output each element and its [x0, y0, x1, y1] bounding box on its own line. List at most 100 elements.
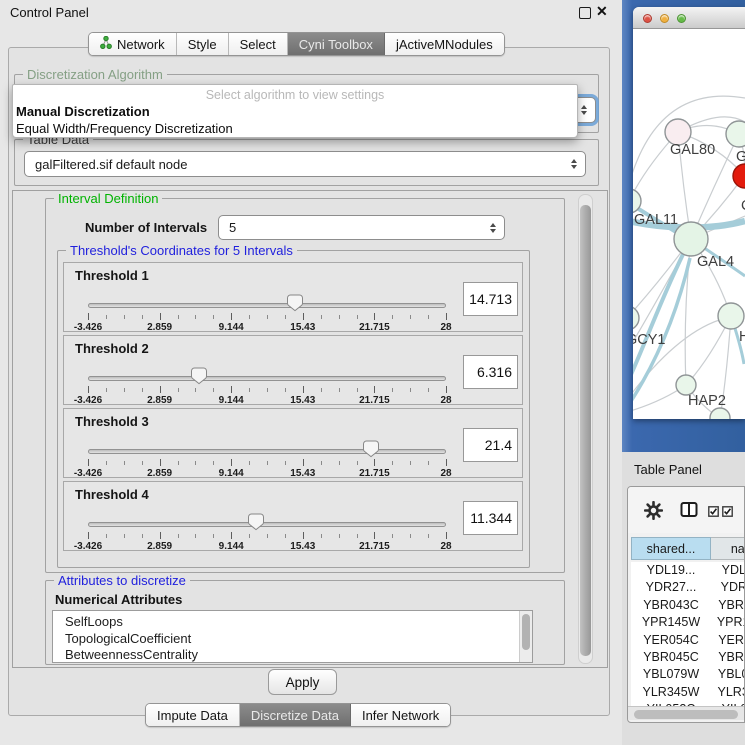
network-view-window: GAL80 GA GAL11 C GAL4 GCY1 H HAP2: [633, 7, 745, 419]
node-label: C: [741, 198, 745, 214]
slider-thumb[interactable]: [287, 294, 303, 312]
horizontal-scrollbar-thumb[interactable]: [634, 710, 738, 719]
threshold-slider[interactable]: -3.4262.8599.14415.4321.71528: [88, 289, 446, 333]
tick-mark: [160, 313, 161, 320]
tab-select[interactable]: Select: [229, 33, 288, 55]
table-row[interactable]: YPR145WYPR145W: [631, 614, 745, 631]
tick-mark: [124, 534, 125, 538]
threshold-value-input[interactable]: 6.316: [463, 355, 518, 389]
combobox-value: galFiltered.sif default node: [35, 157, 187, 172]
list-item[interactable]: BetweennessCentrality: [53, 647, 532, 663]
tab-impute-data[interactable]: Impute Data: [146, 704, 240, 726]
column-header-shared-name[interactable]: shared...: [631, 537, 711, 560]
table-cell: YBR045C: [631, 649, 711, 666]
checkbox-checked-icon[interactable]: [708, 504, 719, 522]
table-row[interactable]: YDR27...YDR27...: [631, 579, 745, 596]
tab-infer-network[interactable]: Infer Network: [351, 704, 450, 726]
network-node-hap2[interactable]: [676, 375, 696, 395]
tick-label: 15.43: [290, 541, 315, 552]
network-node[interactable]: [726, 121, 745, 147]
tab-label: jActiveMNodules: [396, 37, 493, 52]
tick-mark: [249, 388, 250, 392]
tab-network[interactable]: Network: [89, 33, 177, 55]
tab-label: Infer Network: [362, 708, 439, 723]
column-layout-icon[interactable]: [680, 501, 698, 523]
list-scrollbar[interactable]: [519, 611, 532, 662]
window-close-button[interactable]: [643, 14, 652, 23]
tick-mark: [392, 388, 393, 392]
tick-mark: [374, 313, 375, 320]
threshold-slider[interactable]: -3.4262.8599.14415.4321.71528: [88, 508, 446, 552]
network-node-gal4[interactable]: [674, 222, 708, 256]
attributes-list[interactable]: SelfLoopsTopologicalCoefficientBetweenne…: [52, 610, 533, 663]
table-row[interactable]: YBR045CYBR045C: [631, 649, 745, 666]
window-minimize-button[interactable]: [660, 14, 669, 23]
tab-jactivemnodules[interactable]: jActiveMNodules: [385, 33, 504, 55]
threshold-value-input[interactable]: 21.4: [463, 428, 518, 462]
tab-label: Style: [188, 37, 217, 52]
float-window-icon[interactable]: [579, 7, 591, 19]
tick-mark: [374, 386, 375, 393]
list-scrollbar-thumb[interactable]: [522, 614, 530, 650]
threshold-slider[interactable]: -3.4262.8599.14415.4321.71528: [88, 362, 446, 406]
close-icon[interactable]: ✕: [596, 3, 608, 20]
threshold-panel-1: Threshold 1 -3.4262.8599.14415.4321.7152…: [63, 262, 523, 332]
table-cell: YBR043C: [711, 597, 745, 614]
slider-thumb[interactable]: [248, 513, 264, 531]
gear-icon[interactable]: [644, 501, 663, 525]
tab-label: Select: [240, 37, 276, 52]
table-panel: shared... name YDL19...YDL19...YDR27...Y…: [627, 486, 745, 723]
network-canvas[interactable]: GAL80 GA GAL11 C GAL4 GCY1 H HAP2: [633, 30, 745, 419]
tab-discretize-data[interactable]: Discretize Data: [240, 704, 351, 726]
tick-label: -3.426: [74, 468, 102, 479]
network-node[interactable]: [718, 303, 744, 329]
table-row[interactable]: YBL079WYBL079W: [631, 666, 745, 683]
column-header-name[interactable]: name: [711, 537, 745, 560]
table-cell: YBL079W: [711, 666, 745, 683]
popup-option-manual[interactable]: Manual Discretization: [16, 104, 150, 119]
tick-mark: [231, 532, 232, 539]
apply-button[interactable]: Apply: [268, 669, 337, 695]
slider-track[interactable]: [88, 376, 446, 381]
horizontal-scrollbar[interactable]: [628, 706, 744, 720]
tick-mark: [195, 388, 196, 392]
tick-mark: [392, 461, 393, 465]
table-row[interactable]: YBR043CYBR043C: [631, 597, 745, 614]
group-label: Interval Definition: [54, 191, 162, 206]
table-row[interactable]: YDL19...YDL19...: [631, 562, 745, 579]
stepper-icon: [490, 223, 496, 233]
network-window-titlebar[interactable]: [633, 7, 745, 29]
tick-label: 15.43: [290, 395, 315, 406]
list-item[interactable]: SelfLoops: [53, 614, 532, 631]
slider-track[interactable]: [88, 303, 446, 308]
tick-mark: [392, 534, 393, 538]
slider-thumb[interactable]: [363, 440, 379, 458]
slider-thumb[interactable]: [191, 367, 207, 385]
network-node[interactable]: [710, 408, 730, 419]
checkbox-checked-icon[interactable]: [722, 504, 733, 522]
group-label: Threshold's Coordinates for 5 Intervals: [66, 243, 297, 258]
threshold-slider[interactable]: -3.4262.8599.14415.4321.71528: [88, 435, 446, 479]
tick-mark: [267, 534, 268, 538]
tick-label: -3.426: [74, 541, 102, 552]
intervals-combobox[interactable]: 5: [218, 215, 505, 240]
table-data-combobox[interactable]: galFiltered.sif default node: [24, 151, 586, 177]
slider-track[interactable]: [88, 449, 446, 454]
network-node-gcy1[interactable]: [633, 306, 639, 330]
vertical-scrollbar-thumb[interactable]: [580, 205, 591, 656]
threshold-value-input[interactable]: 14.713: [463, 282, 518, 316]
tab-cyni-toolbox[interactable]: Cyni Toolbox: [288, 33, 385, 55]
table-row[interactable]: YLR345WYLR345W: [631, 684, 745, 701]
table-row[interactable]: YER054CYER054C: [631, 632, 745, 649]
window-zoom-button[interactable]: [677, 14, 686, 23]
numerical-attributes-label: Numerical Attributes: [55, 592, 182, 607]
combobox-value: 5: [229, 220, 236, 235]
threshold-value-input[interactable]: 11.344: [463, 501, 518, 535]
slider-track[interactable]: [88, 522, 446, 527]
page-title: Control Panel: [10, 5, 89, 20]
list-item[interactable]: TopologicalCoefficient: [53, 631, 532, 648]
network-node-red[interactable]: [733, 164, 745, 188]
tick-mark: [267, 315, 268, 319]
tab-style[interactable]: Style: [177, 33, 229, 55]
popup-option-equal-width[interactable]: Equal Width/Frequency Discretization: [16, 121, 233, 136]
